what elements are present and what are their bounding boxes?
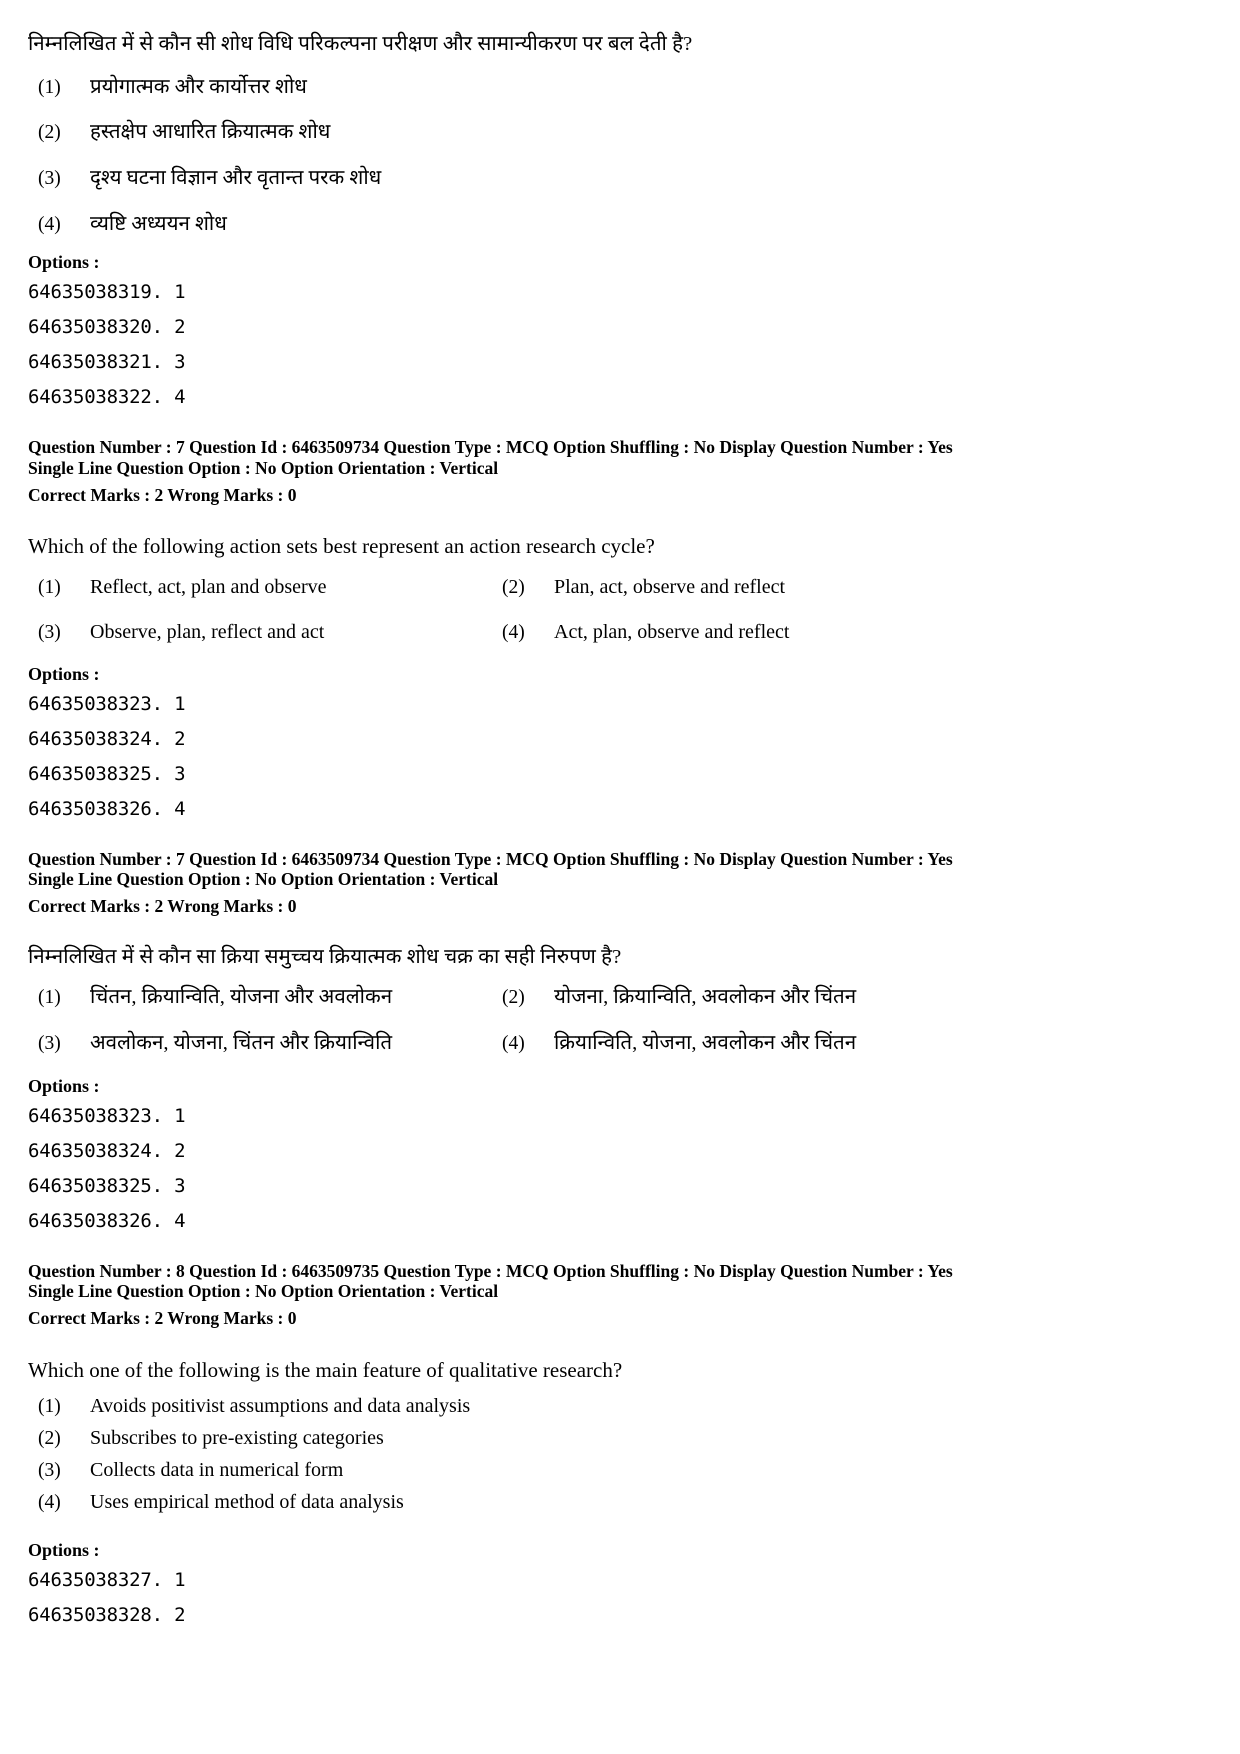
option-number: (3) bbox=[38, 168, 61, 190]
option-code: 64635038326. 4 bbox=[28, 1209, 186, 1232]
option-text: प्रयोगात्मक और कार्योत्तर शोध bbox=[90, 75, 307, 98]
option-number: (3) bbox=[38, 621, 61, 643]
option-item[interactable]: (4) क्रियान्विति, योजना, अवलोकन और चिंतन bbox=[498, 1030, 1212, 1058]
question-meta-line-2: Single Line Question Option : No Option … bbox=[28, 1281, 499, 1302]
option-text: दृश्य घटना विज्ञान और वृतान्त परक शोध bbox=[90, 167, 382, 190]
option-number: (2) bbox=[502, 987, 525, 1009]
option-row: (1) Reflect, act, plan and observe (2) P… bbox=[28, 574, 1212, 601]
option-code: 64635038323. 1 bbox=[28, 1104, 186, 1127]
question-meta-line-2: Single Line Question Option : No Option … bbox=[28, 869, 499, 890]
option-item[interactable]: (2) हस्तक्षेप आधारित क्रियात्मक शोध bbox=[28, 119, 1212, 147]
question-stem: निम्नलिखित में से कौन सा क्रिया समुच्चय … bbox=[28, 945, 622, 968]
option-item[interactable]: (3) दृश्य घटना विज्ञान और वृतान्त परक शो… bbox=[28, 165, 1212, 193]
option-item[interactable]: (2) Subscribes to pre-existing categorie… bbox=[28, 1425, 1212, 1452]
option-code: 64635038319. 1 bbox=[28, 281, 186, 304]
option-text: क्रियान्विति, योजना, अवलोकन और चिंतन bbox=[554, 1032, 857, 1055]
option-item[interactable]: (1) चिंतन, क्रियान्विति, योजना और अवलोकन bbox=[28, 984, 498, 1012]
option-text: व्यष्टि अध्ययन शोध bbox=[90, 212, 227, 235]
option-text: चिंतन, क्रियान्विति, योजना और अवलोकन bbox=[90, 986, 393, 1009]
options-heading: Options : bbox=[28, 252, 100, 273]
question-stem: Which one of the following is the main f… bbox=[28, 1357, 623, 1382]
option-item[interactable]: (1) प्रयोगात्मक और कार्योत्तर शोध bbox=[28, 74, 1212, 102]
option-code: 64635038323. 1 bbox=[28, 692, 186, 715]
option-list: (1) प्रयोगात्मक और कार्योत्तर शोध (2) हस… bbox=[28, 74, 1212, 239]
option-text: Subscribes to pre-existing categories bbox=[90, 1427, 384, 1450]
option-item[interactable]: (4) Act, plan, observe and reflect bbox=[498, 619, 1212, 646]
option-text: Collects data in numerical form bbox=[90, 1459, 344, 1482]
option-row: (3) अवलोकन, योजना, चिंतन और क्रियान्विति… bbox=[28, 1030, 1212, 1058]
option-text: Plan, act, observe and reflect bbox=[554, 575, 786, 598]
page-content: निम्नलिखित में से कौन सी शोध विधि परिकल्… bbox=[0, 0, 1240, 1625]
option-text: Avoids positivist assumptions and data a… bbox=[90, 1395, 471, 1418]
option-code: 64635038324. 2 bbox=[28, 1139, 186, 1162]
option-code: 64635038325. 3 bbox=[28, 1174, 186, 1197]
option-number: (1) bbox=[38, 1396, 61, 1418]
question-marks: Correct Marks : 2 Wrong Marks : 0 bbox=[28, 484, 297, 505]
option-number: (2) bbox=[38, 122, 61, 144]
option-number: (2) bbox=[502, 576, 525, 598]
option-item[interactable]: (2) Plan, act, observe and reflect bbox=[498, 574, 1212, 601]
option-code: 64635038320. 2 bbox=[28, 316, 186, 339]
option-row: (3) Observe, plan, reflect and act (4) A… bbox=[28, 619, 1212, 646]
options-heading: Options : bbox=[28, 1075, 100, 1096]
option-code: 64635038326. 4 bbox=[28, 797, 186, 820]
exam-question-page: निम्नलिखित में से कौन सी शोध विधि परिकल्… bbox=[0, 0, 1240, 1754]
option-list: (1) Avoids positivist assumptions and da… bbox=[28, 1393, 1212, 1516]
option-number: (3) bbox=[38, 1460, 61, 1482]
question-meta-line-1: Question Number : 7 Question Id : 646350… bbox=[28, 437, 953, 458]
option-text: Act, plan, observe and reflect bbox=[554, 620, 790, 643]
option-text: योजना, क्रियान्विति, अवलोकन और चिंतन bbox=[554, 986, 857, 1009]
option-text: Observe, plan, reflect and act bbox=[90, 620, 325, 643]
option-code: 64635038327. 1 bbox=[28, 1569, 186, 1592]
option-code: 64635038322. 4 bbox=[28, 386, 186, 409]
option-number: (1) bbox=[38, 987, 61, 1009]
question-stem: निम्नलिखित में से कौन सी शोध विधि परिकल्… bbox=[28, 33, 693, 55]
option-number: (3) bbox=[38, 1033, 61, 1055]
question-block-q6-hindi: निम्नलिखित में से कौन सी शोध विधि परिकल्… bbox=[28, 30, 1212, 407]
option-text: हस्तक्षेप आधारित क्रियात्मक शोध bbox=[90, 121, 331, 144]
option-item[interactable]: (4) व्यष्टि अध्ययन शोध bbox=[28, 211, 1212, 239]
option-item[interactable]: (3) अवलोकन, योजना, चिंतन और क्रियान्विति bbox=[28, 1030, 498, 1058]
option-code: 64635038325. 3 bbox=[28, 762, 186, 785]
option-code: 64635038321. 3 bbox=[28, 351, 186, 374]
question-block-q7-english: Question Number : 7 Question Id : 646350… bbox=[28, 437, 1212, 818]
option-number: (1) bbox=[38, 76, 61, 98]
option-row: (1) चिंतन, क्रियान्विति, योजना और अवलोकन… bbox=[28, 984, 1212, 1012]
question-meta-line-1: Question Number : 8 Question Id : 646350… bbox=[28, 1260, 953, 1281]
question-meta-line-1: Question Number : 7 Question Id : 646350… bbox=[28, 848, 953, 869]
question-block-q8-english: Question Number : 8 Question Id : 646350… bbox=[28, 1261, 1212, 1625]
option-text: अवलोकन, योजना, चिंतन और क्रियान्विति bbox=[90, 1032, 393, 1055]
option-item[interactable]: (3) Collects data in numerical form bbox=[28, 1457, 1212, 1484]
option-grid: (1) चिंतन, क्रियान्विति, योजना और अवलोकन… bbox=[28, 984, 1212, 1057]
options-heading: Options : bbox=[28, 663, 100, 684]
option-text: Reflect, act, plan and observe bbox=[90, 575, 327, 598]
question-stem: Which of the following action sets best … bbox=[28, 534, 655, 559]
options-heading: Options : bbox=[28, 1540, 100, 1561]
option-item[interactable]: (3) Observe, plan, reflect and act bbox=[28, 619, 498, 646]
option-number: (4) bbox=[502, 1033, 525, 1055]
question-marks: Correct Marks : 2 Wrong Marks : 0 bbox=[28, 1308, 297, 1329]
option-code: 64635038324. 2 bbox=[28, 727, 186, 750]
option-item[interactable]: (1) Avoids positivist assumptions and da… bbox=[28, 1393, 1212, 1420]
option-number: (2) bbox=[38, 1428, 61, 1450]
option-text: Uses empirical method of data analysis bbox=[90, 1491, 404, 1514]
question-meta-line-2: Single Line Question Option : No Option … bbox=[28, 458, 499, 479]
option-item[interactable]: (2) योजना, क्रियान्विति, अवलोकन और चिंतन bbox=[498, 984, 1212, 1012]
question-marks: Correct Marks : 2 Wrong Marks : 0 bbox=[28, 896, 297, 917]
option-number: (4) bbox=[38, 1492, 61, 1514]
option-number: (1) bbox=[38, 576, 61, 598]
option-code: 64635038328. 2 bbox=[28, 1604, 186, 1627]
question-block-q7-hindi: Question Number : 7 Question Id : 646350… bbox=[28, 849, 1212, 1231]
option-item[interactable]: (4) Uses empirical method of data analys… bbox=[28, 1489, 1212, 1516]
option-number: (4) bbox=[38, 213, 61, 235]
option-item[interactable]: (1) Reflect, act, plan and observe bbox=[28, 574, 498, 601]
option-grid: (1) Reflect, act, plan and observe (2) P… bbox=[28, 574, 1212, 646]
option-number: (4) bbox=[502, 621, 525, 643]
